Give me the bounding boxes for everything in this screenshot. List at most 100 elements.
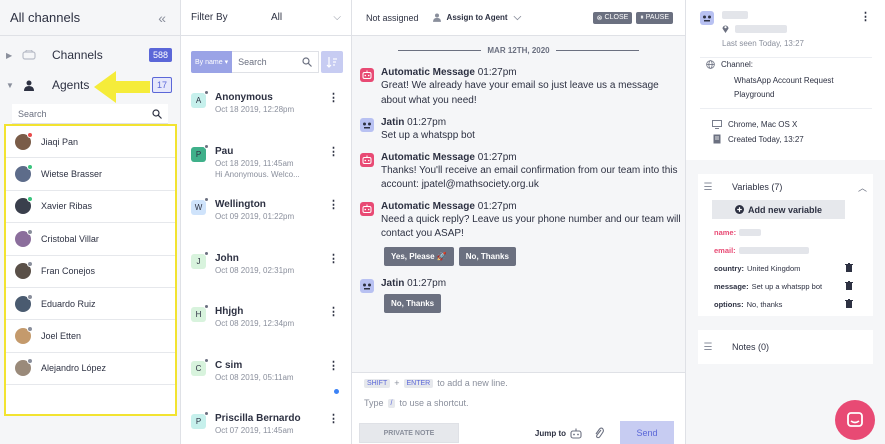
agent-icon — [18, 80, 40, 91]
conversation-name: Pau — [215, 145, 234, 157]
assignment-status: Not assigned — [366, 12, 419, 23]
conversation-search-input[interactable]: Search — [232, 51, 319, 73]
location-redacted — [735, 24, 787, 33]
close-chat-button[interactable]: ⊗ CLOSE — [592, 11, 633, 24]
status-dot — [27, 293, 33, 300]
conversation-preview: Hi Anonymous. Welco... — [215, 169, 300, 179]
variables-card: ☰ Variables (7) ︿ Add new variable name:… — [698, 174, 873, 316]
conversation-item[interactable]: W Wellington Oct 09 2019, 01:22pm ⋮ — [181, 190, 351, 244]
pause-label: PAUSE — [645, 14, 669, 21]
variable-row: country: United Kingdom — [714, 259, 853, 277]
shortcut-hint: to use a shortcut. — [399, 398, 469, 408]
bot-icon — [360, 152, 374, 167]
robot-face-icon — [703, 15, 711, 22]
message-sender: Automatic Message — [381, 67, 475, 78]
conversation-list-panel: Filter By All ⌵ By name ▾ Search A Anonym… — [181, 0, 352, 444]
agent-list-item[interactable]: Wietse Brasser — [6, 158, 175, 191]
agent-list-item[interactable]: Xavier Ribas — [6, 191, 175, 224]
quick-reply-button[interactable]: No, Thanks — [384, 293, 442, 313]
paperclip-icon[interactable] — [594, 427, 604, 439]
search-mode-select[interactable]: By name ▾ — [191, 51, 233, 73]
agent-list-item[interactable]: Alejandro López — [6, 353, 175, 386]
more-options-icon[interactable]: ⋮ — [328, 412, 339, 425]
message-time: 01:27pm — [404, 277, 447, 289]
contact-info-card: ⋮ Last seen Today, 13:27 Channel: WhatsA… — [686, 0, 885, 160]
collapse-sidebar-icon[interactable]: « — [158, 10, 166, 26]
composer-hint-shortcut: Type / to use a shortcut. — [364, 398, 469, 408]
caret-down-icon[interactable]: ▼ — [6, 81, 18, 90]
conversation-date: Oct 18 2019, 12:28pm — [215, 105, 295, 114]
quick-reply-button[interactable]: Yes, Please 🚀 — [384, 246, 454, 266]
sidebar-header: All channels « — [0, 0, 180, 36]
trash-icon[interactable] — [845, 298, 853, 310]
conversation-item[interactable]: CC sim Oct 08 2019, 05:11am ⋮ — [181, 351, 351, 405]
chat-panel: Not assigned Assign to Agent ⌵ ⊗ CLOSE ⏸ P… — [352, 0, 686, 444]
channel-label: Channel: — [721, 60, 754, 69]
message-sender: Jatin — [381, 277, 405, 289]
agent-name: Alejandro López — [41, 363, 107, 374]
agent-name: Fran Conejos — [41, 266, 96, 277]
jump-to-button[interactable]: Jump to — [535, 427, 604, 439]
avatar — [15, 164, 33, 183]
more-options-icon[interactable]: ⋮ — [328, 252, 339, 265]
add-variable-button[interactable]: Add new variable — [712, 200, 845, 219]
status-dot — [204, 250, 209, 256]
agent-list-item[interactable]: Joel Etten — [6, 320, 175, 353]
variables-title: Variables (7) — [732, 182, 783, 192]
agent-search-input[interactable]: Search — [12, 104, 168, 124]
conversation-item[interactable]: H Hhjgh Oct 08 2019, 12:34pm ⋮ — [181, 297, 351, 351]
trash-icon[interactable] — [845, 262, 853, 274]
notes-card[interactable]: ☰ Notes (0) — [698, 330, 873, 364]
close-label: CLOSE — [604, 14, 629, 21]
sort-button[interactable] — [321, 51, 343, 73]
tree-item-channels[interactable]: ▶ Channels 588 — [0, 40, 180, 70]
chevron-up-icon[interactable]: ︿ — [858, 181, 867, 194]
message-text: Great! We already have your email so jus… — [381, 80, 659, 106]
conversation-item[interactable]: J John Oct 08 2019, 02:31pm ⋮ — [181, 244, 351, 298]
conversation-item[interactable]: P Pau Oct 18 2019, 11:45am Hi Anonymous. We… — [181, 137, 351, 191]
assign-agent-dropdown[interactable]: Assign to Agent ⌵ — [432, 12, 521, 23]
conversation-item[interactable]: A Anonymous Oct 18 2019, 12:28pm ⋮ — [181, 83, 351, 137]
variable-value: No, thanks — [746, 299, 783, 309]
robot-face-icon — [360, 278, 374, 293]
variable-row: options: No, thanks — [714, 295, 853, 313]
more-options-icon[interactable]: ⋮ — [328, 91, 339, 104]
conversation-body: Wellington Oct 09 2019, 01:22pm — [215, 198, 343, 244]
message-header: Jatin 01:27pm — [381, 278, 685, 289]
variable-row: name: — [714, 223, 853, 241]
pause-chat-button[interactable]: ⏸ PAUSE — [636, 11, 673, 24]
chat-message: Jatin 01:27pm No, Thanks — [352, 278, 685, 313]
quick-reply-button[interactable]: No, Thanks — [458, 246, 516, 266]
private-note-button[interactable]: PRIVATE NOTE — [359, 423, 459, 443]
agent-list-item[interactable]: Fran Conejos — [6, 256, 175, 288]
tree-item-agents[interactable]: ▼ Agents 17 — [0, 70, 180, 100]
contact-avatar — [700, 11, 714, 25]
more-options-icon[interactable]: ⋮ — [328, 305, 339, 318]
add-variable-label: Add new variable — [747, 204, 823, 215]
send-button[interactable]: Send — [620, 421, 674, 444]
conversation-name: John — [215, 252, 239, 264]
variable-value-redacted — [738, 246, 809, 254]
conversation-item[interactable]: P Priscilla Bernardo Oct 07 2019, 11:45am ⋮ — [181, 404, 351, 444]
filter-select[interactable]: All — [271, 12, 333, 23]
more-options-icon[interactable]: ⋮ — [860, 10, 871, 23]
trash-icon[interactable] — [845, 280, 853, 292]
agent-list-item[interactable]: Jiaqi Pan — [6, 126, 175, 159]
conversation-avatar: H — [191, 304, 209, 322]
message-sender: Jatin — [381, 117, 405, 128]
agent-list-item[interactable]: Cristobal Villar — [6, 223, 175, 256]
message-composer[interactable]: SHIFT + ENTER to add a new line. Type / … — [352, 372, 685, 444]
conversation-date: Oct 18 2019, 11:45am — [215, 158, 294, 168]
caret-right-icon[interactable]: ▶ — [6, 51, 18, 60]
more-options-icon[interactable]: ⋮ — [328, 145, 339, 158]
variable-key: options: — [714, 299, 744, 309]
filter-label: Filter By — [191, 12, 228, 23]
more-options-icon[interactable]: ⋮ — [328, 198, 339, 211]
chat-launcher-button[interactable] — [835, 400, 875, 440]
chevron-down-icon[interactable]: ⌵ — [333, 12, 341, 23]
agent-list-item[interactable]: Eduardo Ruiz — [6, 288, 175, 321]
chat-message: Automatic Message 01:27pm Great! We alrea… — [352, 67, 685, 108]
more-options-icon[interactable]: ⋮ — [328, 359, 339, 372]
conversation-body: Anonymous Oct 18 2019, 12:28pm — [215, 91, 343, 137]
variables-header[interactable]: ☰ Variables (7) ︿ — [698, 174, 873, 200]
